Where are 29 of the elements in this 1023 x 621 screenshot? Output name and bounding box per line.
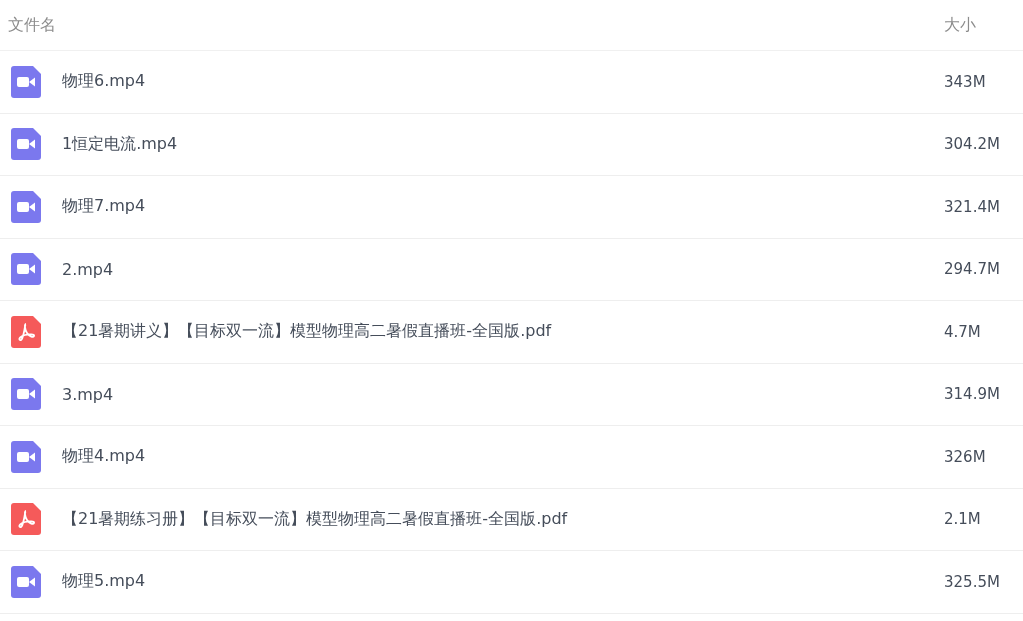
file-size: 4.7M	[944, 322, 982, 341]
file-name[interactable]: 【21暑期讲义】【目标双一流】模型物理高二暑假直播班-全国版.pdf	[62, 321, 944, 343]
file-name[interactable]: 1恒定电流.mp4	[62, 133, 944, 155]
file-size: 2.1M	[944, 510, 982, 529]
file-size: 304.2M	[944, 135, 1001, 154]
file-name[interactable]: 2.mp4	[62, 259, 944, 279]
file-name[interactable]: 物理4.mp4	[62, 446, 944, 468]
column-header[interactable]: 文件名	[8, 14, 56, 36]
video-file-icon	[11, 440, 41, 473]
file-size: 314.9M	[944, 385, 1001, 404]
file-size: 321.4M	[944, 197, 1001, 216]
file-size: 325.5M	[944, 572, 1001, 591]
video-file-icon	[11, 253, 41, 286]
video-file-icon	[11, 378, 41, 411]
video-file-icon	[11, 565, 41, 598]
video-file-icon	[11, 128, 41, 161]
pdf-file-icon	[11, 315, 41, 348]
file-size: 294.7M	[944, 260, 1001, 279]
file-size: 326M	[944, 447, 987, 466]
pdf-file-icon	[11, 503, 41, 536]
video-file-icon	[11, 190, 41, 223]
file-name[interactable]: 3.mp4	[62, 384, 944, 404]
file-size: 343M	[944, 72, 987, 91]
file-name[interactable]: 物理5.mp4	[62, 571, 944, 593]
column-header[interactable]: 大小	[944, 14, 976, 36]
file-name[interactable]: 物理6.mp4	[62, 71, 944, 93]
file-name[interactable]: 【21暑期练习册】【目标双一流】模型物理高二暑假直播班-全国版.pdf	[62, 508, 944, 530]
video-file-icon	[11, 65, 41, 98]
file-name[interactable]: 物理7.mp4	[62, 196, 944, 218]
